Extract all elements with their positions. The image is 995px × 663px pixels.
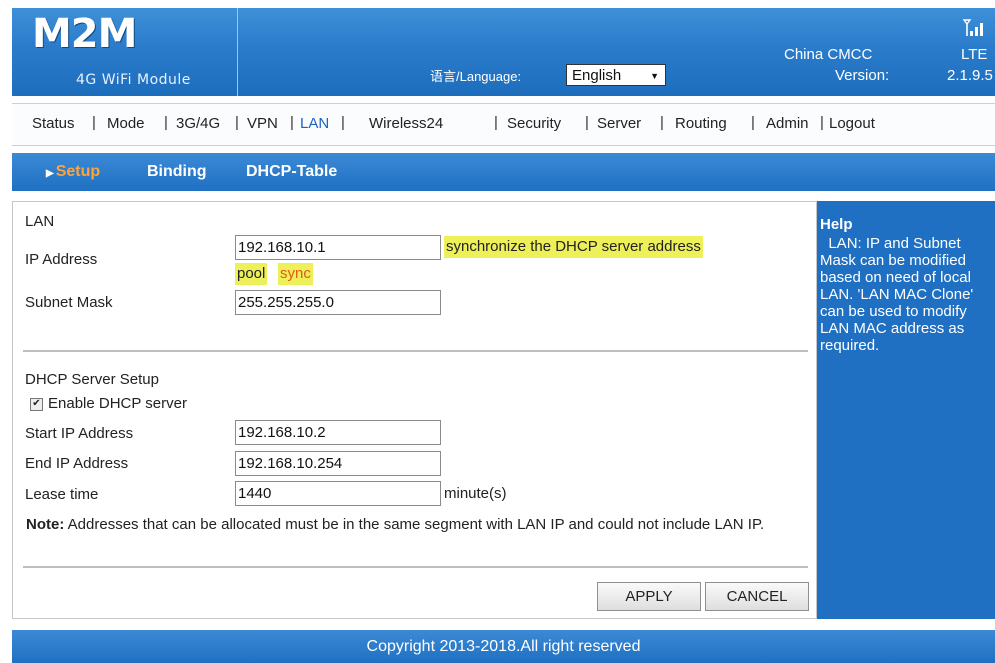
nav-item-lan[interactable]: LAN: [300, 115, 329, 132]
lease-time-label: Lease time: [25, 486, 99, 503]
nav-separator: |: [751, 114, 755, 131]
subtab-binding[interactable]: Binding: [147, 163, 207, 181]
nav-item-status[interactable]: Status: [32, 115, 75, 132]
nav-item-routing[interactable]: Routing: [675, 115, 727, 132]
network-type: LTE: [961, 46, 988, 63]
dhcp-section-title: DHCP Server Setup: [25, 371, 159, 388]
nav-item-mode[interactable]: Mode: [107, 115, 145, 132]
nav-item-logout[interactable]: Logout: [829, 115, 875, 132]
version-value: 2.1.9.5: [947, 67, 993, 84]
nav-item-vpn[interactable]: VPN: [247, 115, 278, 132]
sync-link[interactable]: sync: [278, 263, 313, 285]
main-nav: Status | Mode | 3G/4G | VPN | LAN | Wire…: [12, 103, 995, 146]
lan-settings-panel: LAN IP Address 192.168.10.1 synchronize …: [12, 201, 817, 619]
version-label: Version:: [835, 67, 890, 84]
sub-tabs: ▶ Setup Binding DHCP-Table: [12, 153, 995, 191]
ip-address-input[interactable]: 192.168.10.1: [235, 235, 441, 260]
note-label: Note:: [26, 516, 65, 533]
enable-dhcp-checkbox[interactable]: ✔: [30, 398, 43, 411]
sync-hint-text: synchronize the DHCP server address: [444, 236, 703, 258]
nav-item-wireless24[interactable]: Wireless24: [369, 115, 443, 132]
nav-separator: |: [820, 114, 824, 131]
ip-address-label: IP Address: [25, 251, 98, 268]
apply-button[interactable]: APPLY: [597, 582, 701, 611]
footer-copyright: Copyright 2013-2018.All right reserved: [12, 630, 995, 663]
cancel-button[interactable]: CANCEL: [705, 582, 809, 611]
end-ip-input[interactable]: 192.168.10.254: [235, 451, 441, 476]
signal-strength-icon: [962, 19, 983, 36]
nav-separator: |: [92, 114, 96, 131]
lease-time-input[interactable]: 1440: [235, 481, 441, 506]
help-panel: Help LAN: IP and Subnet Mask can be modi…: [817, 201, 995, 619]
nav-item-3g4g[interactable]: 3G/4G: [176, 115, 220, 132]
section-divider: [23, 566, 808, 568]
sync-hint-pool: pool: [235, 263, 268, 285]
nav-separator: |: [164, 114, 168, 131]
language-select-value: English: [572, 67, 622, 84]
nav-separator: |: [290, 114, 294, 131]
nav-separator: |: [235, 114, 239, 131]
start-ip-input[interactable]: 192.168.10.2: [235, 420, 441, 445]
lease-time-unit: minute(s): [444, 485, 507, 502]
header-banner: M2M 4G WiFi Module 语言/Language: English …: [12, 8, 995, 96]
caret-right-icon: ▶: [46, 168, 54, 179]
subtab-setup[interactable]: ▶ Setup: [46, 163, 100, 181]
nav-separator: |: [494, 114, 498, 131]
help-title: Help: [820, 216, 853, 233]
dhcp-note: Note: Addresses that can be allocated mu…: [26, 515, 806, 535]
subtab-setup-label: Setup: [55, 163, 101, 180]
language-select[interactable]: English ▼: [566, 64, 666, 86]
logo: M2M: [32, 11, 137, 57]
nav-item-security[interactable]: Security: [507, 115, 561, 132]
language-label: 语言/Language:: [430, 69, 522, 84]
subnet-mask-label: Subnet Mask: [25, 294, 113, 311]
carrier-name: China CMCC: [784, 46, 873, 63]
chevron-down-icon: ▼: [650, 71, 659, 81]
subtab-dhcp-table[interactable]: DHCP-Table: [246, 163, 337, 181]
note-text: Addresses that can be allocated must be …: [64, 516, 765, 533]
nav-item-server[interactable]: Server: [597, 115, 641, 132]
lan-section-title: LAN: [25, 213, 55, 230]
product-subtitle: 4G WiFi Module: [76, 72, 191, 88]
help-text: LAN: IP and Subnet Mask can be modified …: [820, 235, 978, 354]
start-ip-label: Start IP Address: [25, 425, 134, 442]
end-ip-label: End IP Address: [25, 455, 129, 472]
nav-item-admin[interactable]: Admin: [766, 115, 809, 132]
enable-dhcp-label: Enable DHCP server: [48, 395, 187, 412]
brand-area: M2M 4G WiFi Module: [12, 8, 238, 96]
nav-separator: |: [585, 114, 589, 131]
nav-separator: |: [660, 114, 664, 131]
nav-separator: |: [341, 114, 345, 131]
section-divider: [23, 350, 808, 352]
subnet-mask-input[interactable]: 255.255.255.0: [235, 290, 441, 315]
